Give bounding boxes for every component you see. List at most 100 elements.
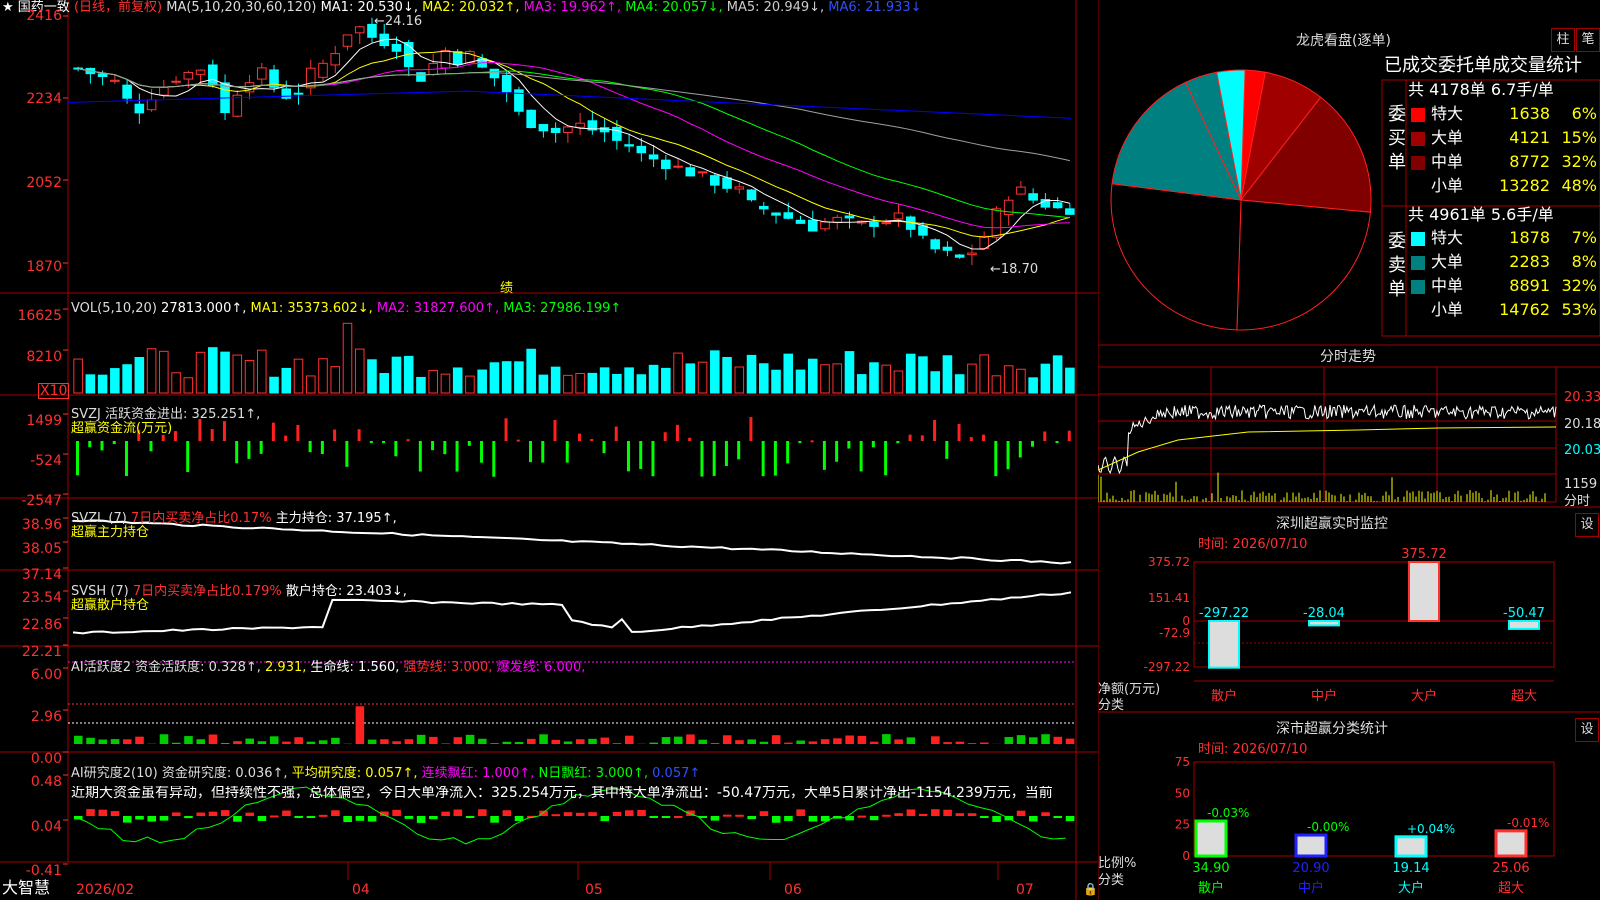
activity-bar	[441, 743, 450, 744]
research-bar	[931, 809, 940, 816]
y-label: 8210	[26, 349, 62, 365]
intraday-frame	[1098, 366, 1557, 503]
sc-stats-date: 时间: 2026/07/10	[1198, 742, 1308, 757]
research-bar	[453, 809, 463, 816]
research-bar	[624, 810, 634, 816]
research-bar	[306, 816, 316, 818]
flow-bar	[222, 421, 226, 441]
candle-body	[318, 62, 328, 78]
y-label: 23.54	[21, 590, 62, 606]
activity-bar	[306, 741, 316, 744]
research-bar	[588, 812, 597, 816]
activity-bar	[808, 741, 818, 744]
buy-row-pct: 6%	[1571, 104, 1597, 123]
sell-row-name: 小单	[1431, 300, 1464, 319]
brand-logo[interactable]: 大智慧	[2, 880, 50, 896]
research-bar	[710, 816, 720, 821]
volume-bar	[722, 356, 732, 394]
sell-total: 共 4961单 5.6手/单	[1408, 205, 1554, 224]
flow-bar	[822, 441, 826, 470]
research-bar	[992, 816, 1001, 822]
activity-bar	[771, 735, 781, 744]
candle-body	[1065, 208, 1075, 215]
research-bar	[551, 814, 561, 817]
lock-icon[interactable]: 🔒	[1083, 883, 1098, 895]
y-label: 1499	[26, 413, 62, 429]
flow-bar	[602, 441, 606, 454]
flow-bar	[590, 438, 594, 441]
activity-bar	[135, 736, 144, 744]
candle-body	[489, 68, 500, 79]
intraday-vol-unit: 分时	[1564, 494, 1591, 509]
buy-row-name: 特大	[1431, 104, 1464, 123]
research-bar	[331, 810, 340, 816]
activity-bar	[967, 743, 977, 744]
candle-body	[159, 86, 169, 96]
candle-body	[991, 208, 1002, 238]
y-label: 2052	[26, 175, 62, 191]
flow-bar	[810, 440, 814, 443]
flow-bar	[761, 441, 765, 477]
activity-bar	[269, 736, 279, 744]
y-label: 2.96	[30, 709, 62, 725]
candle-body	[1028, 193, 1038, 201]
volume-bar	[856, 374, 867, 394]
flow-bar	[418, 441, 422, 472]
stats-value-label: 20.90	[1292, 861, 1329, 876]
earnings-marker[interactable]: 绩	[500, 282, 513, 295]
flow-bar	[835, 441, 839, 462]
candle-body	[832, 216, 843, 223]
flow-bar	[173, 431, 177, 441]
sell-row-swatch	[1411, 280, 1425, 294]
sz-monitor-settings-button[interactable]: 设	[1575, 513, 1599, 537]
volume-bar	[844, 351, 855, 394]
volume-bar	[159, 350, 169, 394]
candle-body	[685, 167, 696, 177]
candle-body	[967, 252, 977, 256]
candle-body	[954, 254, 965, 258]
volume-bar	[122, 364, 132, 394]
candle-body	[612, 126, 622, 141]
flow-bar	[578, 433, 581, 441]
kline-chart-area[interactable]: ★ 国药一致 (日线，前复权) MA(5,10,20,30,60,120) MA…	[0, 0, 1098, 900]
activity-bar	[1041, 734, 1050, 744]
candle-body	[575, 122, 585, 128]
research-bar	[478, 809, 487, 816]
volume-bar	[391, 356, 402, 394]
y-label: 6.00	[30, 667, 62, 683]
bar-mode-button[interactable]: 柱	[1551, 28, 1575, 52]
candle-body	[893, 212, 904, 220]
y-label: 22.21	[21, 644, 62, 660]
volume-bar	[967, 363, 977, 394]
activity-bar	[735, 740, 744, 744]
activity-bar	[404, 739, 414, 744]
ai-activity-header: AI活跃度2 资金活跃度: 0.328↑, 2.931, 生命线: 1.560,…	[71, 660, 586, 675]
flow-bar	[320, 441, 324, 454]
activity-bar	[465, 734, 475, 744]
sell-row-name: 大单	[1431, 252, 1464, 271]
intraday-y-label: 20.18	[1564, 417, 1600, 432]
y-label: -524	[30, 453, 62, 469]
activity-bar	[110, 739, 120, 744]
monitor-bar	[1308, 620, 1340, 627]
activity-bar	[576, 739, 585, 744]
sz-monitor-date: 时间: 2026/07/10	[1198, 537, 1308, 552]
stats-category: 大户	[1398, 880, 1424, 896]
flow-bar	[529, 441, 533, 463]
volume-bar	[820, 364, 830, 394]
chart-mode[interactable]: (日线，前复权)	[74, 0, 162, 15]
flow-bar	[920, 435, 924, 441]
volume-bar	[305, 375, 316, 394]
candle-body	[281, 88, 292, 99]
research-bar	[735, 814, 744, 817]
volume-bar	[832, 363, 843, 394]
y-label: 16625	[17, 308, 62, 324]
flow-bar	[198, 419, 202, 441]
volume-bar	[746, 354, 757, 394]
sc-stats-settings-button[interactable]: 设	[1575, 718, 1599, 742]
candle-body	[930, 239, 940, 250]
candle-body	[416, 72, 426, 82]
volume-bar	[183, 377, 194, 394]
research-bar	[955, 813, 965, 816]
tick-mode-button[interactable]: 笔	[1576, 28, 1600, 52]
